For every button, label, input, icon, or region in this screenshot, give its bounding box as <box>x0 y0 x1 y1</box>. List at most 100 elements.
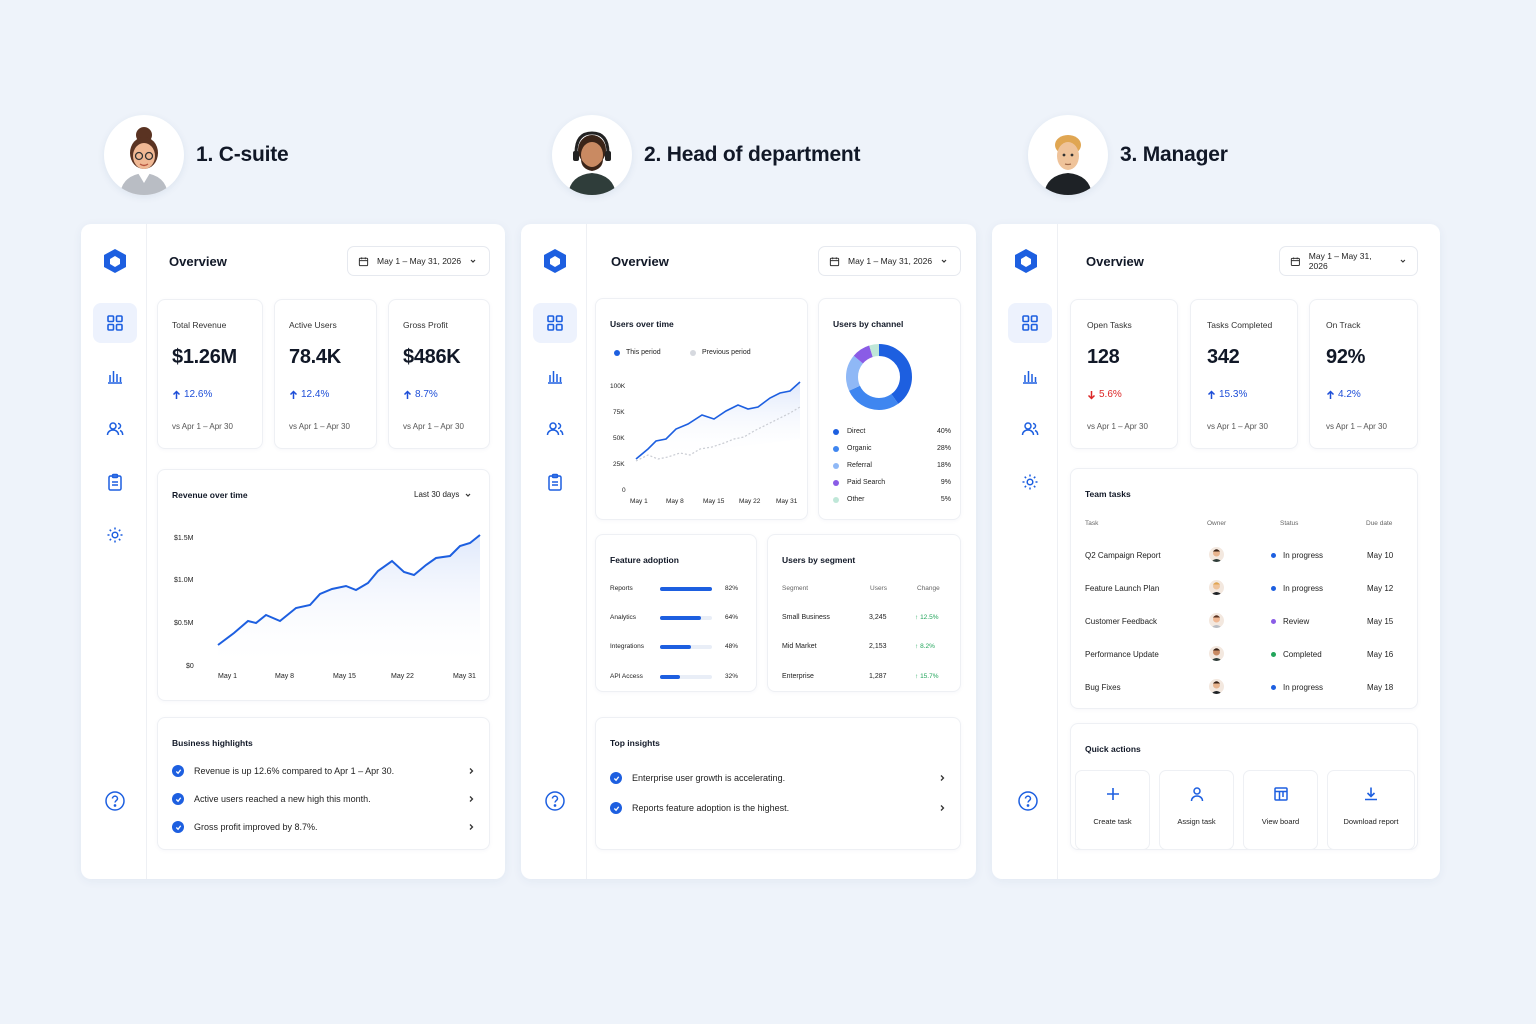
user-icon <box>1190 787 1203 802</box>
date-range-picker[interactable]: May 1 – May 31, 2026 <box>1279 246 1418 276</box>
task-name[interactable]: Feature Launch Plan <box>1085 584 1159 593</box>
tasks-title: Team tasks <box>1085 489 1131 499</box>
channel-row: Other 5% <box>833 496 951 503</box>
legend-previous-period: Previous period <box>690 349 751 356</box>
date-range-picker[interactable]: May 1 – May 31, 2026 <box>818 246 961 276</box>
nav-dashboard[interactable] <box>93 303 137 343</box>
date-range-label: May 1 – May 31, 2026 <box>377 256 462 266</box>
kpi-change: 5.6% <box>1087 389 1122 400</box>
kpi-value: 92% <box>1326 346 1366 368</box>
nav-users[interactable] <box>533 409 577 449</box>
nav-settings[interactable] <box>93 515 137 555</box>
create-task-button[interactable]: Create task <box>1075 770 1150 850</box>
kpi-change: 12.6% <box>172 389 212 400</box>
chevron-right-icon <box>469 796 474 802</box>
kpi-card-on-track[interactable]: On Track 92% 4.2% vs Apr 1 – Apr 30 <box>1309 299 1418 449</box>
nav-tasks[interactable] <box>533 462 577 502</box>
view-board-button[interactable]: View board <box>1243 770 1318 850</box>
kpi-card-open-tasks[interactable]: Open Tasks 128 5.6% vs Apr 1 – Apr 30 <box>1070 299 1178 449</box>
download-icon <box>1365 787 1377 801</box>
segment-name: Mid Market <box>782 643 817 650</box>
help-icon[interactable] <box>1017 790 1039 812</box>
chevron-right-icon <box>469 768 474 774</box>
kpi-card-tasks-completed[interactable]: Tasks Completed 342 15.3% vs Apr 1 – Apr… <box>1190 299 1298 449</box>
gear-icon <box>107 527 123 543</box>
kpi-label: Total Revenue <box>172 320 227 330</box>
users-by-channel-card: Users by channel Direct 40% Organic 28% Re… <box>818 298 961 520</box>
kpi-change: 4.2% <box>1326 389 1361 400</box>
check-icon <box>172 821 184 833</box>
adoption-bar <box>660 675 712 679</box>
task-status: In progress <box>1271 683 1323 692</box>
check-icon <box>610 772 622 784</box>
kpi-value: 128 <box>1087 346 1120 368</box>
help-icon[interactable] <box>104 790 126 812</box>
highlight-item[interactable]: Gross profit improved by 8.7%. <box>172 818 475 836</box>
kpi-label: Active Users <box>289 320 337 330</box>
nav-dashboard[interactable] <box>533 303 577 343</box>
revenue-line-chart <box>217 534 481 670</box>
kpi-compare: vs Apr 1 – Apr 30 <box>1087 422 1148 431</box>
task-status: Completed <box>1271 650 1322 659</box>
assign-task-button[interactable]: Assign task <box>1159 770 1234 850</box>
help-icon[interactable] <box>544 790 566 812</box>
manager-dashboard: Overview May 1 – May 31, 2026 Open Tasks… <box>992 224 1440 879</box>
segment-change: ↑ 12.5% <box>915 614 939 621</box>
x-tick: May 15 <box>333 673 356 680</box>
task-name[interactable]: Performance Update <box>1085 650 1159 659</box>
task-name[interactable]: Customer Feedback <box>1085 617 1157 626</box>
nav-analytics[interactable] <box>93 356 137 396</box>
highlight-item[interactable]: Revenue is up 12.6% compared to Apr 1 – … <box>172 762 475 780</box>
nav-dashboard[interactable] <box>1008 303 1052 343</box>
owner-avatar <box>1209 679 1224 694</box>
insight-item[interactable]: Enterprise user growth is accelerating. <box>610 769 946 787</box>
quick-actions-title: Quick actions <box>1085 744 1141 754</box>
nav-users[interactable] <box>93 409 137 449</box>
date-range-picker[interactable]: May 1 – May 31, 2026 <box>347 246 490 276</box>
task-name[interactable]: Bug Fixes <box>1085 683 1121 692</box>
x-tick: May 31 <box>776 498 798 505</box>
page-title: Overview <box>1086 254 1144 269</box>
logo-icon <box>104 249 126 273</box>
task-name[interactable]: Q2 Campaign Report <box>1085 551 1161 560</box>
kpi-label: On Track <box>1326 320 1361 330</box>
kpi-card-profit[interactable]: Gross Profit $486K 8.7% vs Apr 1 – Apr 3… <box>388 299 490 449</box>
page-title: Overview <box>611 254 669 269</box>
calendar-icon <box>829 256 840 266</box>
nav-analytics[interactable] <box>1008 356 1052 396</box>
y-tick: 0 <box>622 487 626 494</box>
nav-users[interactable] <box>1008 409 1052 449</box>
csuite-dashboard: Overview May 1 – May 31, 2026 Total Reve… <box>81 224 505 879</box>
nav-analytics[interactable] <box>533 356 577 396</box>
nav-tasks[interactable] <box>93 462 137 502</box>
arrow-up-icon <box>289 389 298 399</box>
kpi-card-users[interactable]: Active Users 78.4K 12.4% vs Apr 1 – Apr … <box>274 299 377 449</box>
chart-title: Revenue over time <box>172 490 248 500</box>
adoption-label: Reports <box>610 585 633 592</box>
chevron-down-icon <box>470 259 476 263</box>
channel-row: Referral 18% <box>833 462 951 469</box>
segment-name: Small Business <box>782 614 830 621</box>
kpi-card-revenue[interactable]: Total Revenue $1.26M 12.6% vs Apr 1 – Ap… <box>157 299 263 449</box>
y-tick: 100K <box>610 383 626 390</box>
highlight-item[interactable]: Active users reached a new high this mon… <box>172 790 475 808</box>
task-due: May 16 <box>1367 650 1394 659</box>
task-status: Review <box>1271 617 1309 626</box>
users-icon <box>106 422 124 436</box>
nav-settings[interactable] <box>1008 462 1052 502</box>
highlights-card: Business highlights Revenue is up 12.6% … <box>157 717 490 850</box>
users-icon <box>546 422 564 436</box>
board-icon <box>1273 787 1288 801</box>
segment-header: Users <box>870 585 887 592</box>
tasks-header: Due date <box>1366 520 1393 527</box>
persona-title: 2. Head of department <box>644 143 861 166</box>
segment-header: Change <box>917 585 940 592</box>
persona-head: 2. Head of department <box>552 112 861 198</box>
owner-avatar <box>1209 580 1224 595</box>
download-report-button[interactable]: Download report <box>1327 770 1415 850</box>
adoption-bar <box>660 587 712 591</box>
insight-item[interactable]: Reports feature adoption is the highest. <box>610 799 946 817</box>
chevron-right-icon <box>940 775 945 781</box>
task-due: May 15 <box>1367 617 1394 626</box>
range-select[interactable]: Last 30 days <box>414 490 472 499</box>
